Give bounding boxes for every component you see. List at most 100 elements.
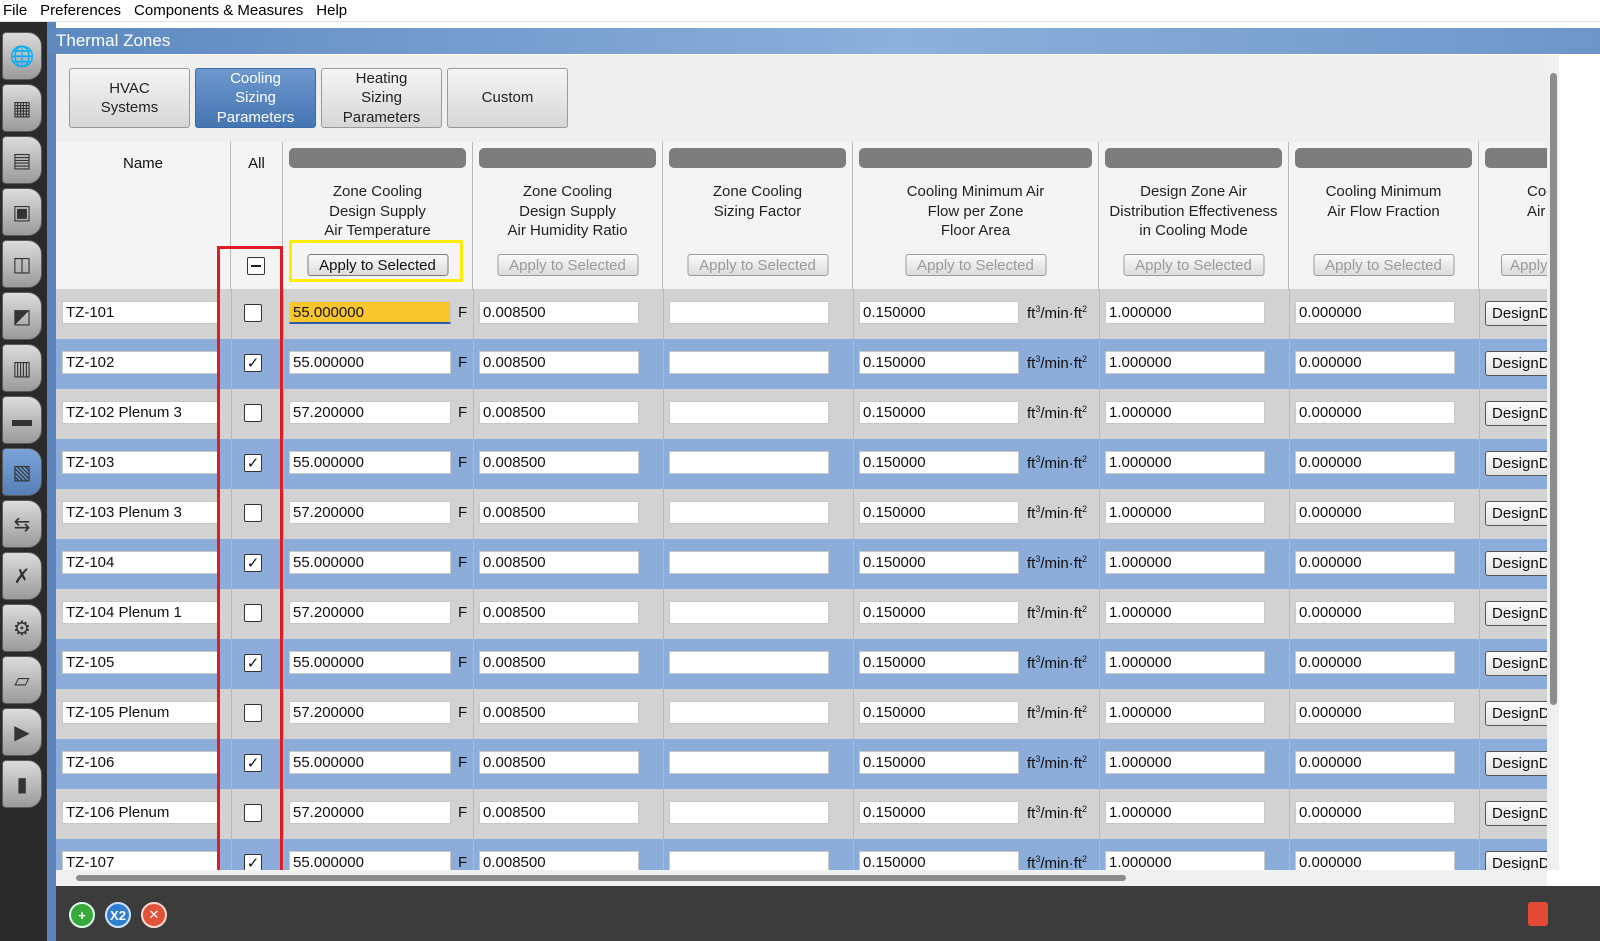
column-drag-handle[interactable] [1295,148,1472,168]
horizontal-scrollbar[interactable] [56,870,1547,886]
zone-name-field[interactable]: TZ-101 [62,301,218,324]
cooling-min-air-flow-per-area-field[interactable]: 0.150000 [859,501,1019,524]
site-icon[interactable]: 🌐 [2,32,42,80]
apply-to-selected-button[interactable]: Apply to Selected [497,254,638,276]
cooling-sizing-factor-field[interactable] [669,701,829,724]
air-distribution-effectiveness-field[interactable]: 1.000000 [1105,801,1265,824]
cooling-supply-air-temperature-field[interactable]: 57.200000 [289,501,451,524]
zone-name-field[interactable]: TZ-107 [62,851,218,870]
space-types-icon[interactable]: ◫ [2,240,42,288]
column-drag-handle[interactable] [289,148,466,168]
air-distribution-effectiveness-field[interactable]: 1.000000 [1105,401,1265,424]
apply-to-selected-button[interactable]: Apply to Selected [1123,254,1264,276]
run-simulation-icon[interactable]: ▶ [2,708,42,756]
cooling-sizing-factor-field[interactable] [669,301,829,324]
cooling-supply-air-humidity-ratio-field[interactable]: 0.008500 [479,501,639,524]
add-icon[interactable]: + [69,902,95,928]
column-drag-handle[interactable] [479,148,656,168]
cooling-supply-air-temperature-field[interactable]: 57.200000 [289,601,451,624]
facility-icon[interactable]: ▥ [2,344,42,392]
design-day-button[interactable]: DesignD [1485,651,1547,676]
zone-name-field[interactable]: TZ-106 Plenum [62,801,218,824]
cooling-min-air-flow-fraction-field[interactable]: 0.000000 [1295,751,1455,774]
scripts-icon[interactable]: ▱ [2,656,42,704]
column-drag-handle[interactable] [1485,148,1547,168]
cooling-min-air-flow-per-area-field[interactable]: 0.150000 [859,351,1019,374]
cooling-supply-air-humidity-ratio-field[interactable]: 0.008500 [479,401,639,424]
air-distribution-effectiveness-field[interactable]: 1.000000 [1105,451,1265,474]
cooling-min-air-flow-per-area-field[interactable]: 0.150000 [859,601,1019,624]
apply-to-selected-button[interactable]: Apply to Selected [1313,254,1454,276]
cooling-min-air-flow-per-area-field[interactable]: 0.150000 [859,451,1019,474]
cooling-sizing-factor-field[interactable] [669,551,829,574]
cooling-min-air-flow-fraction-field[interactable]: 0.000000 [1295,351,1455,374]
column-drag-handle[interactable] [669,148,846,168]
design-day-button[interactable]: DesignD [1485,751,1547,776]
air-distribution-effectiveness-field[interactable]: 1.000000 [1105,651,1265,674]
cooling-min-air-flow-fraction-field[interactable]: 0.000000 [1295,551,1455,574]
cooling-sizing-factor-field[interactable] [669,651,829,674]
design-day-button[interactable]: DesignD [1485,301,1547,326]
air-distribution-effectiveness-field[interactable]: 1.000000 [1105,851,1265,870]
cooling-min-air-flow-per-area-field[interactable]: 0.150000 [859,851,1019,870]
air-distribution-effectiveness-field[interactable]: 1.000000 [1105,351,1265,374]
tab-cooling-sizing-parameters[interactable]: Cooling Sizing Parameters [195,68,316,128]
cooling-sizing-factor-field[interactable] [669,601,829,624]
zone-name-field[interactable]: TZ-102 [62,351,218,374]
cooling-supply-air-temperature-field[interactable]: 55.000000 [289,351,451,374]
simulation-settings-icon[interactable]: ⚙ [2,604,42,652]
cooling-min-air-flow-per-area-field[interactable]: 0.150000 [859,651,1019,674]
cooling-min-air-flow-fraction-field[interactable]: 0.000000 [1295,651,1455,674]
cooling-supply-air-humidity-ratio-field[interactable]: 0.008500 [479,651,639,674]
cooling-min-air-flow-fraction-field[interactable]: 0.000000 [1295,301,1455,324]
air-distribution-effectiveness-field[interactable]: 1.000000 [1105,301,1265,324]
results-summary-icon[interactable]: ▮ [2,760,42,808]
air-distribution-effectiveness-field[interactable]: 1.000000 [1105,551,1265,574]
variables-icon[interactable]: ✗ [2,552,42,600]
cooling-supply-air-humidity-ratio-field[interactable]: 0.008500 [479,451,639,474]
apply-to-selected-button[interactable]: Apply to Selected [687,254,828,276]
cooling-sizing-factor-field[interactable] [669,801,829,824]
cooling-sizing-factor-field[interactable] [669,451,829,474]
cooling-supply-air-humidity-ratio-field[interactable]: 0.008500 [479,751,639,774]
delete-icon[interactable]: ✕ [141,902,167,928]
air-distribution-effectiveness-field[interactable]: 1.000000 [1105,601,1265,624]
cooling-min-air-flow-fraction-field[interactable]: 0.000000 [1295,451,1455,474]
cooling-supply-air-temperature-field[interactable]: 55.000000 [289,451,451,474]
cooling-supply-air-temperature-field[interactable]: 55.000000 [289,551,451,574]
spaces-icon[interactable]: ▬ [2,396,42,444]
cooling-min-air-flow-per-area-field[interactable]: 0.150000 [859,301,1019,324]
cooling-min-air-flow-per-area-field[interactable]: 0.150000 [859,401,1019,424]
cooling-sizing-factor-field[interactable] [669,401,829,424]
zone-name-field[interactable]: TZ-106 [62,751,218,774]
design-day-button[interactable]: DesignD [1485,451,1547,476]
apply-to-selected-button[interactable]: Apply to Selected [905,254,1046,276]
tab-heating-sizing-parameters[interactable]: Heating Sizing Parameters [321,68,442,128]
zone-name-field[interactable]: TZ-103 Plenum 3 [62,501,218,524]
cooling-sizing-factor-field[interactable] [669,501,829,524]
cooling-min-air-flow-per-area-field[interactable]: 0.150000 [859,701,1019,724]
schedules-icon[interactable]: ▦ [2,84,42,132]
cooling-min-air-flow-fraction-field[interactable]: 0.000000 [1295,401,1455,424]
design-day-button[interactable]: DesignD [1485,801,1547,826]
vertical-scrollbar[interactable] [1547,55,1559,870]
cooling-min-air-flow-fraction-field[interactable]: 0.000000 [1295,801,1455,824]
menu-help[interactable]: Help [313,2,357,19]
horizontal-scroll-thumb[interactable] [76,875,1126,881]
cooling-sizing-factor-field[interactable] [669,351,829,374]
design-day-button[interactable]: DesignD [1485,701,1547,726]
geometry-icon[interactable]: ◩ [2,292,42,340]
purge-icon[interactable] [1528,902,1548,926]
cooling-supply-air-humidity-ratio-field[interactable]: 0.008500 [479,601,639,624]
cooling-supply-air-humidity-ratio-field[interactable]: 0.008500 [479,701,639,724]
cooling-min-air-flow-fraction-field[interactable]: 0.000000 [1295,601,1455,624]
zone-name-field[interactable]: TZ-105 [62,651,218,674]
cooling-supply-air-temperature-field[interactable]: 55.000000 [289,851,451,870]
menu-preferences[interactable]: Preferences [37,2,131,19]
cooling-supply-air-humidity-ratio-field[interactable]: 0.008500 [479,801,639,824]
apply-to-selected-button[interactable]: Apply [1501,254,1547,276]
cooling-supply-air-temperature-field[interactable]: 57.200000 [289,701,451,724]
cooling-supply-air-temperature-field[interactable]: 55.000000 [289,301,451,324]
cooling-supply-air-humidity-ratio-field[interactable]: 0.008500 [479,301,639,324]
zone-name-field[interactable]: TZ-105 Plenum [62,701,218,724]
